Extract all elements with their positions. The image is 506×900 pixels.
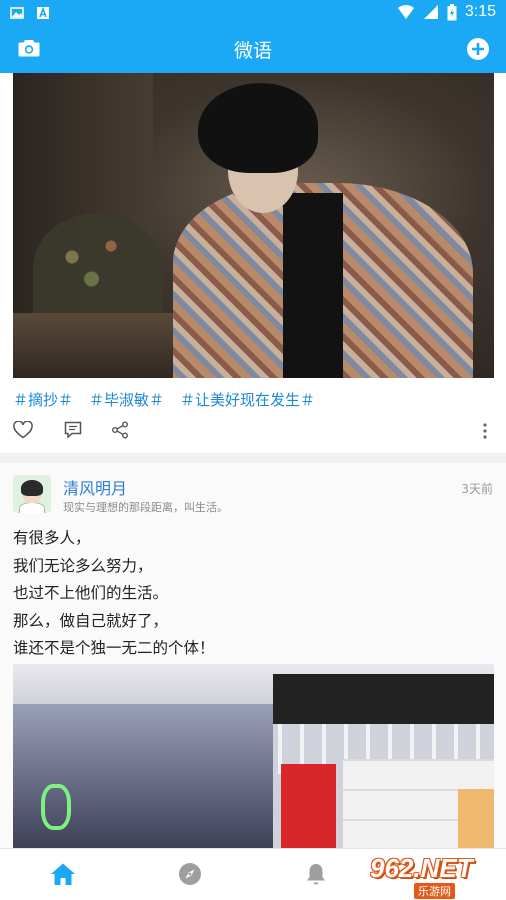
post-actions bbox=[13, 421, 493, 443]
page-title: 微语 bbox=[233, 40, 272, 62]
compass-icon[interactable] bbox=[178, 862, 202, 886]
post-text-line: 我们无论多么努力， bbox=[13, 556, 153, 575]
post-card: 清风明月 现实与理想的那段距离，叫生活。 3天前 有很多人， 我们无论多么努力，… bbox=[0, 463, 506, 848]
share-icon[interactable] bbox=[111, 421, 129, 439]
post-time: 3天前 bbox=[461, 482, 493, 496]
wifi-icon bbox=[397, 4, 414, 19]
watermark-text: 962.NET bbox=[370, 853, 473, 883]
tag-link[interactable]: ＃摘抄＃ bbox=[13, 389, 73, 410]
status-bar: 3:15 bbox=[0, 0, 506, 26]
user-signature: 现实与理想的那段距离，叫生活。 bbox=[63, 501, 228, 514]
watermark-logo: 962.NET 乐游网 bbox=[370, 853, 500, 899]
post-text: 有很多人， 我们无论多么努力， 也过不上他们的生活。 那么，做自己就好了， 谁还… bbox=[13, 525, 215, 663]
post-text-line: 谁还不是个独一无二的个体！ bbox=[13, 639, 215, 657]
watermark-subtext: 乐游网 bbox=[414, 883, 455, 899]
like-icon[interactable] bbox=[13, 421, 33, 439]
more-options-icon[interactable] bbox=[483, 423, 487, 439]
font-notification-icon bbox=[37, 6, 49, 19]
post-text-line: 有很多人， bbox=[13, 529, 91, 547]
feed[interactable]: ＃摘抄＃ ＃毕淑敏＃ ＃让美好现在发生＃ 清风明月 现实与理想的那段距离，叫生活… bbox=[0, 73, 506, 848]
tag-link[interactable]: ＃让美好现在发生＃ bbox=[180, 389, 315, 410]
comment-icon[interactable] bbox=[64, 421, 82, 439]
app-bar: 微语 bbox=[0, 26, 506, 73]
username[interactable]: 清风明月 bbox=[63, 475, 127, 499]
post-image[interactable] bbox=[13, 73, 494, 378]
post-image[interactable] bbox=[13, 664, 494, 848]
bell-icon[interactable] bbox=[305, 862, 327, 887]
home-icon[interactable] bbox=[50, 862, 76, 886]
post-card: ＃摘抄＃ ＃毕淑敏＃ ＃让美好现在发生＃ bbox=[0, 73, 506, 453]
battery-icon bbox=[447, 3, 457, 20]
avatar[interactable] bbox=[13, 475, 51, 513]
post-text-line: 也过不上他们的生活。 bbox=[13, 584, 169, 602]
post-text-line: 那么，做自己就好了， bbox=[13, 611, 169, 630]
tag-list: ＃摘抄＃ ＃毕淑敏＃ ＃让美好现在发生＃ bbox=[13, 389, 331, 410]
signal-icon bbox=[423, 5, 438, 19]
add-post-icon[interactable] bbox=[466, 37, 490, 61]
bottom-nav: 962.NET 乐游网 bbox=[0, 848, 506, 900]
tag-link[interactable]: ＃毕淑敏＃ bbox=[89, 389, 164, 410]
image-notification-icon bbox=[10, 7, 24, 19]
status-time: 3:15 bbox=[464, 3, 496, 20]
